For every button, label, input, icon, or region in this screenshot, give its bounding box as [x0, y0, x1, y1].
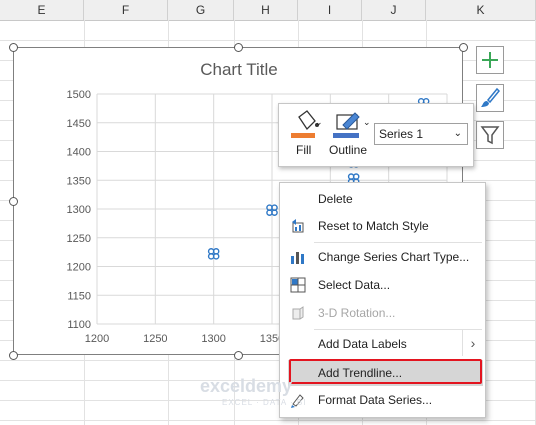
pen-icon — [333, 112, 360, 138]
chart-elements-button[interactable] — [476, 46, 504, 74]
column-header-k[interactable]: K — [426, 0, 536, 20]
fill-label: Fill — [296, 143, 312, 157]
y-tick-label: 1350 — [67, 175, 91, 187]
chart-styles-button[interactable] — [476, 84, 504, 112]
menu-item-label: Change Series Chart Type... — [318, 250, 470, 264]
chevron-right-icon[interactable]: › — [462, 330, 483, 356]
series-dropdown-value: Series 1 — [379, 127, 424, 141]
menu-item-format-data-series[interactable]: Format Data Series... — [280, 387, 485, 413]
y-tick-label: 1500 — [67, 89, 91, 101]
menu-item-3d-rotation: 3-D Rotation... — [280, 300, 485, 326]
menu-item-change-series-chart-type[interactable]: Change Series Chart Type... — [280, 244, 485, 270]
menu-item-label: Select Data... — [318, 278, 391, 292]
x-tick-label: 1200 — [85, 333, 109, 345]
column-header-g[interactable]: G — [168, 0, 234, 20]
x-tick-label: 1300 — [201, 333, 225, 345]
menu-item-select-data[interactable]: Select Data... — [280, 272, 485, 298]
y-tick-label: 1300 — [67, 204, 91, 216]
chart-type-icon — [291, 252, 304, 264]
x-tick-label: 1250 — [143, 333, 167, 345]
menu-item-add-data-labels[interactable]: Add Data Labels › — [280, 330, 485, 357]
menu-item-label: Format Data Series... — [318, 393, 433, 407]
column-header-h[interactable]: H — [234, 0, 298, 20]
series-dropdown[interactable]: Series 1 ⌄ — [374, 123, 468, 145]
outline-button[interactable]: ⌄ Outline — [325, 107, 373, 163]
watermark-tagline: EXCEL · DATA · BI — [222, 398, 307, 407]
menu-item-label: Delete — [318, 192, 353, 206]
resize-handle-top[interactable] — [234, 43, 243, 52]
column-header-e[interactable]: E — [0, 0, 84, 20]
y-tick-label: 1400 — [67, 147, 91, 159]
menu-item-label: Add Data Labels — [318, 337, 407, 351]
resize-handle-left[interactable] — [9, 197, 18, 206]
outline-dropdown-icon[interactable]: ⌄ — [363, 117, 371, 128]
resize-handle-top-right[interactable] — [459, 43, 468, 52]
resize-handle-bottom-left[interactable] — [9, 351, 18, 360]
column-header-bar: E F G H I J K — [0, 0, 536, 21]
menu-separator — [314, 329, 482, 330]
trendline-highlight-box — [289, 359, 482, 384]
select-data-icon — [290, 277, 306, 293]
paintbrush-icon — [481, 87, 501, 107]
mini-toolbar: ⌄ Fill ⌄ Outline Series 1 ⌄ — [278, 103, 474, 167]
fill-button[interactable]: ⌄ Fill — [287, 107, 327, 163]
reset-style-icon — [292, 219, 304, 233]
y-tick-label: 1250 — [67, 233, 91, 245]
plus-icon — [482, 52, 498, 68]
chart-title[interactable]: Chart Title — [14, 60, 464, 80]
menu-separator — [314, 242, 482, 243]
fill-dropdown-icon[interactable]: ⌄ — [315, 117, 323, 128]
resize-handle-bottom[interactable] — [234, 351, 243, 360]
menu-item-label: 3-D Rotation... — [318, 306, 396, 320]
menu-item-delete[interactable]: Delete — [280, 186, 485, 212]
menu-item-reset-to-match-style[interactable]: Reset to Match Style — [280, 213, 485, 239]
filter-icon — [480, 126, 500, 145]
column-header-f[interactable]: F — [84, 0, 168, 20]
rotation-3d-icon — [292, 306, 304, 320]
y-tick-label: 1150 — [67, 290, 91, 302]
watermark-logo: exceldemy — [200, 376, 293, 396]
column-header-j[interactable]: J — [362, 0, 426, 20]
resize-handle-top-left[interactable] — [9, 43, 18, 52]
chevron-down-icon: ⌄ — [453, 128, 462, 139]
y-tick-label: 1200 — [67, 262, 91, 274]
menu-item-label: Reset to Match Style — [318, 219, 429, 233]
y-tick-label: 1450 — [67, 118, 91, 130]
chart-filters-button[interactable] — [476, 121, 504, 149]
y-tick-label: 1100 — [67, 319, 91, 331]
outline-label: Outline — [329, 143, 368, 157]
column-header-i[interactable]: I — [298, 0, 362, 20]
